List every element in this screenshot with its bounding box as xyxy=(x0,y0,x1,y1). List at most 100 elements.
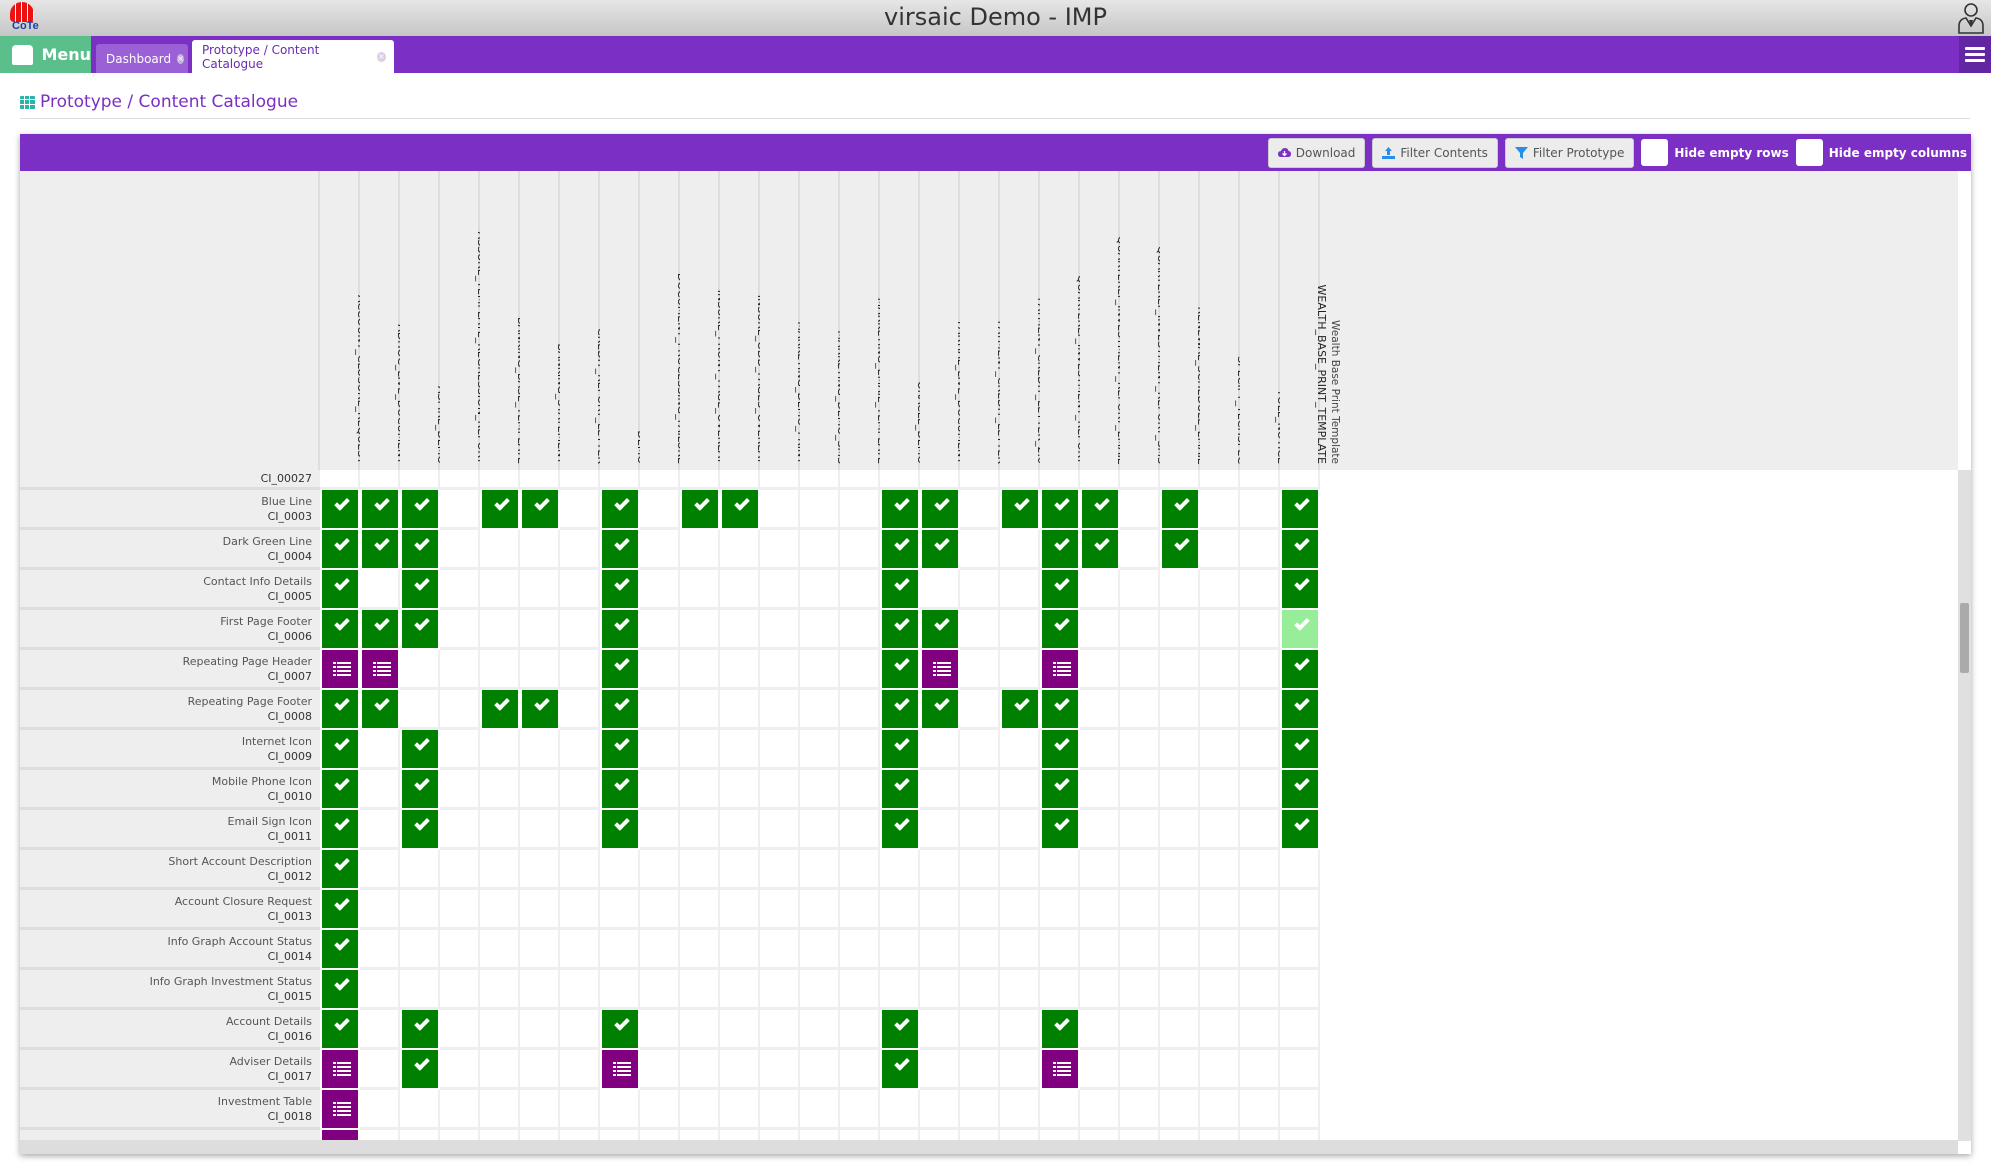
column-header[interactable]: Aspire DemoASPIRE_DEMO xyxy=(400,171,461,470)
cell-included[interactable] xyxy=(320,850,360,890)
cell-empty[interactable] xyxy=(960,650,1000,690)
cell-empty[interactable] xyxy=(1200,890,1240,930)
cell-empty[interactable] xyxy=(1000,1130,1040,1140)
cell-empty[interactable] xyxy=(960,530,1000,570)
cell-empty[interactable] xyxy=(1200,490,1240,530)
cell-empty[interactable] xyxy=(760,730,800,770)
cell-empty[interactable] xyxy=(920,470,960,490)
cell-empty[interactable] xyxy=(1240,1130,1280,1140)
cell-empty[interactable] xyxy=(960,570,1000,610)
cell-empty[interactable] xyxy=(1240,470,1280,490)
cell-empty[interactable] xyxy=(1160,690,1200,730)
column-header[interactable]: Quarterly Investment Report SMSQUARTERLY… xyxy=(1120,171,1181,470)
cell-empty[interactable] xyxy=(680,970,720,1010)
cell-empty[interactable] xyxy=(480,770,520,810)
cell-empty[interactable] xyxy=(800,1010,840,1050)
cell-empty[interactable] xyxy=(1240,1010,1280,1050)
cell-empty[interactable] xyxy=(720,770,760,810)
cell-empty[interactable] xyxy=(440,490,480,530)
cell-empty[interactable] xyxy=(840,530,880,570)
cell-empty[interactable] xyxy=(1240,490,1280,530)
cell-empty[interactable] xyxy=(720,930,760,970)
cell-empty[interactable] xyxy=(480,610,520,650)
cell-empty[interactable] xyxy=(560,930,600,970)
cell-empty[interactable] xyxy=(1120,530,1160,570)
horizontal-scrollbar[interactable] xyxy=(20,1140,1958,1154)
cell-empty[interactable] xyxy=(520,730,560,770)
cell-empty[interactable] xyxy=(1160,850,1200,890)
cell-empty[interactable] xyxy=(1240,930,1280,970)
cell-included[interactable] xyxy=(480,690,520,730)
cell-empty[interactable] xyxy=(480,730,520,770)
cell-empty[interactable] xyxy=(1080,1130,1120,1140)
column-header[interactable]: Assure Template Regression ReportASSURE_… xyxy=(440,171,501,470)
cell-empty[interactable] xyxy=(1080,810,1120,850)
cell-empty[interactable] xyxy=(1120,1010,1160,1050)
cell-empty[interactable] xyxy=(480,1130,520,1140)
cell-empty[interactable] xyxy=(1000,1050,1040,1090)
cell-empty[interactable] xyxy=(800,470,840,490)
cell-included[interactable] xyxy=(1280,690,1320,730)
cell-empty[interactable] xyxy=(1000,810,1040,850)
cell-empty[interactable] xyxy=(400,1130,440,1140)
cell-included[interactable] xyxy=(320,970,360,1010)
cell-included[interactable] xyxy=(1280,730,1320,770)
cell-empty[interactable] xyxy=(440,730,480,770)
cell-empty[interactable] xyxy=(720,850,760,890)
cell-empty[interactable] xyxy=(600,850,640,890)
cell-empty[interactable] xyxy=(560,690,600,730)
cell-empty[interactable] xyxy=(440,890,480,930)
cell-included[interactable] xyxy=(320,570,360,610)
cell-empty[interactable] xyxy=(640,1010,680,1050)
cell-empty[interactable] xyxy=(720,530,760,570)
cell-empty[interactable] xyxy=(1040,930,1080,970)
cell-empty[interactable] xyxy=(760,650,800,690)
cell-empty[interactable] xyxy=(880,930,920,970)
cell-empty[interactable] xyxy=(720,890,760,930)
cell-empty[interactable] xyxy=(1160,1130,1200,1140)
cell-empty[interactable] xyxy=(760,970,800,1010)
cell-empty[interactable] xyxy=(440,770,480,810)
cell-empty[interactable] xyxy=(680,1050,720,1090)
cell-empty[interactable] xyxy=(400,890,440,930)
cell-empty[interactable] xyxy=(920,1050,960,1090)
cell-empty[interactable] xyxy=(760,930,800,970)
cell-empty[interactable] xyxy=(1040,850,1080,890)
cell-empty[interactable] xyxy=(960,490,1000,530)
cell-included[interactable] xyxy=(400,810,440,850)
cell-empty[interactable] xyxy=(480,970,520,1010)
checkbox-box[interactable] xyxy=(1641,139,1669,166)
cell-empty[interactable] xyxy=(840,1130,880,1140)
cell-empty[interactable] xyxy=(800,530,840,570)
cell-empty[interactable] xyxy=(680,730,720,770)
cell-empty[interactable] xyxy=(720,650,760,690)
cell-empty[interactable] xyxy=(640,970,680,1010)
cell-empty[interactable] xyxy=(640,850,680,890)
cell-empty[interactable] xyxy=(440,690,480,730)
cell-empty[interactable] xyxy=(760,1010,800,1050)
cell-empty[interactable] xyxy=(1120,970,1160,1010)
cell-included[interactable] xyxy=(600,1010,640,1050)
cell-empty[interactable] xyxy=(1160,770,1200,810)
cell-included[interactable] xyxy=(1280,490,1320,530)
column-header[interactable]: Renewal Schedule EmailRENEWAL_SCHEDULE_E… xyxy=(1160,171,1221,470)
column-header[interactable]: Ad-hoc Live DocumentADHOC_LIVE_DOCUMENT xyxy=(360,171,421,470)
cell-empty[interactable] xyxy=(520,810,560,850)
cell-empty[interactable] xyxy=(1120,1130,1160,1140)
cell-included[interactable] xyxy=(920,690,960,730)
cell-included[interactable] xyxy=(320,1010,360,1050)
cell-empty[interactable] xyxy=(1080,570,1120,610)
cell-included[interactable] xyxy=(320,690,360,730)
cell-included[interactable] xyxy=(320,810,360,850)
cell-empty[interactable] xyxy=(680,530,720,570)
column-header[interactable]: Specify - TechSpecSPECIFY_TECHSPEC xyxy=(1200,171,1261,470)
cell-empty[interactable] xyxy=(800,570,840,610)
cell-empty[interactable] xyxy=(640,810,680,850)
cell-empty[interactable] xyxy=(760,690,800,730)
column-header[interactable]: Insure Front Page OverlayINSURE_FRONT_PA… xyxy=(680,171,741,470)
cell-empty[interactable] xyxy=(920,810,960,850)
cell-empty[interactable] xyxy=(840,890,880,930)
cell-empty[interactable] xyxy=(1080,650,1120,690)
cell-empty[interactable] xyxy=(1160,1050,1200,1090)
cell-included[interactable] xyxy=(320,490,360,530)
